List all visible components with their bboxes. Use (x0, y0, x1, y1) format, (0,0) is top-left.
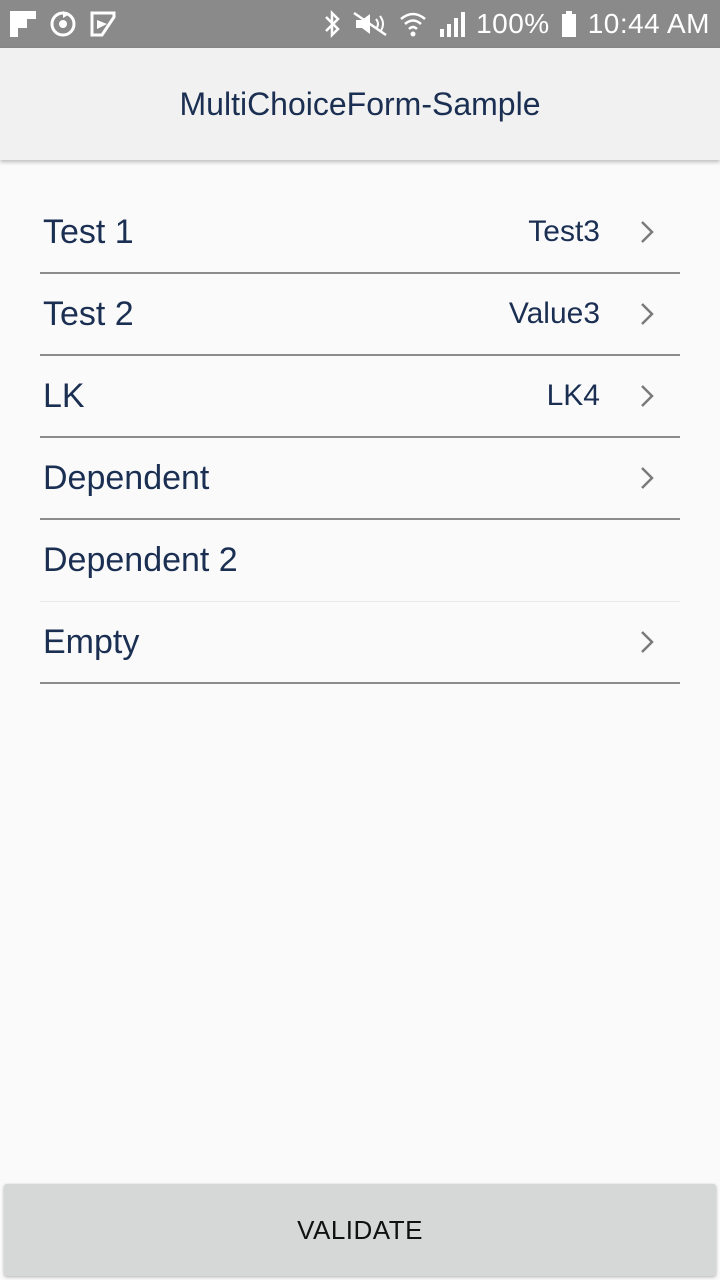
form-list: Test 1 Test3 Test 2 Value3 LK LK4 Dependent Dep… (40, 192, 680, 684)
status-left (8, 9, 118, 39)
chevron-right-icon (640, 217, 664, 247)
row-label: Test 2 (43, 294, 134, 333)
row-label: Empty (43, 622, 140, 661)
wifi-icon (398, 9, 428, 39)
row-label: Dependent 2 (43, 541, 238, 579)
battery-icon (560, 9, 578, 39)
form-row[interactable]: Test 2 Value3 (40, 274, 680, 356)
row-value: Test3 (528, 215, 600, 248)
form-row[interactable]: Dependent (40, 438, 680, 520)
form-row[interactable]: Test 1 Test3 (40, 192, 680, 274)
chevron-right-icon (640, 381, 664, 411)
app-title: MultiChoiceForm-Sample (179, 85, 541, 122)
row-value: LK4 (546, 379, 600, 412)
battery-percent: 100% (476, 8, 550, 39)
chevron-right-icon (640, 627, 664, 657)
signal-icon (438, 9, 466, 39)
bluetooth-icon (322, 9, 342, 39)
validate-button[interactable]: VALIDATE (4, 1184, 716, 1276)
status-right: 100% 10:44 AM (322, 8, 710, 40)
row-label: LK (43, 376, 85, 415)
form-row[interactable]: Dependent 2 (40, 520, 680, 602)
flipboard-icon (8, 9, 38, 39)
row-value: Value3 (508, 297, 600, 330)
clock: 10:44 AM (587, 8, 710, 39)
form-row[interactable]: Empty (40, 602, 680, 684)
chevron-right-icon (640, 299, 664, 329)
app-bar: MultiChoiceForm-Sample (0, 48, 720, 160)
status-bar: 100% 10:44 AM (0, 0, 720, 48)
play-store-icon (88, 9, 118, 39)
sync-icon (48, 9, 78, 39)
row-label: Test 1 (43, 212, 134, 251)
mute-icon (352, 9, 388, 39)
form-row[interactable]: LK LK4 (40, 356, 680, 438)
row-label: Dependent (43, 458, 210, 497)
chevron-right-icon (640, 463, 664, 493)
